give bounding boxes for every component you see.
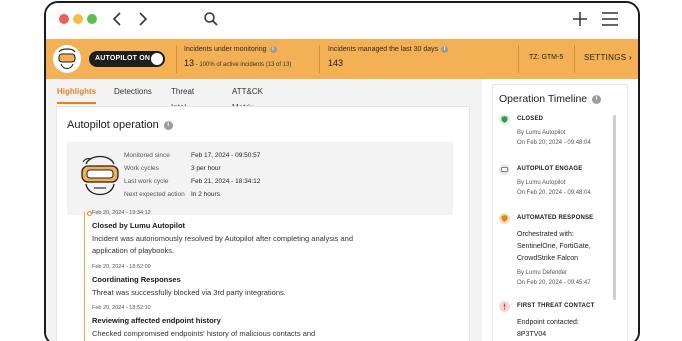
autopilot-operation-card: Autopilot operation i Monitored since Feb… [56,106,470,341]
operation-timeline-title: Operation Timeline [499,93,588,105]
detail-key: Monitored since [124,152,170,159]
detail-value: Feb 21, 2024 - 18:34:12 [191,178,261,185]
event-title: AUTOPILOT ENGAGE [517,166,583,172]
event-by: By Lumu Autopilot [517,130,566,136]
autopilot-details-box: Monitored since Feb 17, 2024 - 09:50:57 W… [67,142,453,215]
event-detail: SentinelOne, FortiGate, [517,243,591,250]
chevron-right-icon[interactable] [134,11,150,27]
title-bar [46,3,638,38]
incidents-monitoring-stat: Incidents under monitoring i 13 - 100% of… [184,46,291,68]
divider [518,45,519,73]
activity-title: Coordinating Responses [92,275,181,284]
event-detail: CrowdStrike Falcon [517,255,579,262]
stat-value: 143 [328,58,344,68]
shield-alert-icon [499,213,510,224]
event-detail: Orchestrated with: [517,231,574,238]
tab-detections[interactable]: Detections [114,84,152,104]
event-title: AUTOMATED RESPONSE [517,215,594,221]
chevron-left-icon[interactable] [110,11,126,27]
card-title-text: Autopilot operation [67,119,159,131]
info-icon[interactable]: i [592,94,602,104]
settings-button[interactable]: SETTINGS › [584,53,632,62]
stat-detail: - 100% of active incidents (13 of 13) [194,62,292,68]
detail-value: In 2 hours [191,191,220,198]
event-title: CLOSED [517,116,544,122]
tab-highlights[interactable]: Highlights [57,84,97,104]
stat-label: Incidents under monitoring [184,46,267,53]
plus-icon[interactable] [572,11,588,27]
zoom-window-button[interactable] [87,14,97,24]
toggle-knob [151,53,163,65]
stat-label: Incidents managed the last 30 days [328,46,439,53]
autopilot-banner: AUTOPILOT ON Incidents under monitoring i… [46,39,638,79]
stat-value: 13 [184,58,195,68]
alert-icon [499,301,510,312]
app-window: AUTOPILOT ON Incidents under monitoring i… [44,1,640,341]
event-on: On Feb 20, 2024 - 09:45:47 [517,280,591,286]
operation-timeline-panel: Operation Timeline i CLOSED By Lumu Auto… [482,79,638,341]
autopilot-details-list: Monitored since Feb 17, 2024 - 09:50:57 W… [124,149,260,201]
tab-attck-matrix[interactable]: ATT&CK Matrix [232,84,263,112]
robot-icon [499,164,510,175]
detail-value: 3 per hour [191,165,221,172]
autopilot-toggle[interactable]: AUTOPILOT ON [89,51,165,67]
shield-check-icon [499,114,510,125]
divider [319,45,320,73]
timezone-label: TZ: GTM-5 [529,54,564,61]
settings-label: SETTINGS [584,53,627,62]
close-window-button[interactable] [59,14,69,24]
timeline-line [84,212,85,341]
activity-title: Reviewing affected endpoint history [92,316,221,325]
detail-row: Next expected action In 2 hours [124,188,260,201]
minimize-window-button[interactable] [73,14,83,24]
activity-time: Feb 20, 2024 - 18:52:10 [92,305,151,311]
detail-row: Last work cycle Feb 21, 2024 - 18:34:12 [124,175,260,188]
operation-timeline-header: Operation Timeline i [499,93,602,105]
hamburger-menu-icon[interactable] [601,11,619,27]
event-by: By Lumu Autopilot [517,180,566,186]
autopilot-robot-icon [53,45,81,73]
divider [176,45,177,73]
activity-description: Incident was autonomously resolved by Au… [92,234,353,255]
search-icon[interactable] [203,11,219,27]
scrollbar[interactable] [613,115,616,300]
detail-key: Last work cycle [124,178,169,185]
autopilot-toggle-label: AUTOPILOT ON [95,55,151,62]
activity-item: Feb 20, 2024 - 18:52:09 Coordinating Res… [92,264,362,299]
detail-key: Next expected action [124,191,185,198]
event-by: By Lumu Defender [517,270,568,276]
card-title: Autopilot operation i [67,119,173,131]
detail-row: Work cycles 3 per hour [124,162,260,175]
info-icon[interactable]: i [269,46,277,53]
detail-key: Work cycles [124,165,159,172]
event-on: On Feb 20, 2024 - 09:48:04 [517,190,591,196]
event-title: FIRST THREAT CONTACT [517,303,595,309]
info-icon[interactable]: i [163,120,173,130]
detail-value: Feb 17, 2024 - 09:50:57 [191,152,261,159]
event-detail: 8P3TV04 [517,331,547,338]
activity-title: Closed by Lumu Autopilot [92,221,186,230]
main-pane: Highlights Detections Threat Intel ATT&C… [46,79,482,341]
detail-row: Monitored since Feb 17, 2024 - 09:50:57 [124,149,260,162]
event-detail: Endpoint contacted: [517,319,579,326]
timeline-dot [87,211,92,216]
tab-threat-intel[interactable]: Threat Intel [171,84,194,112]
activity-item: Feb 20, 2024 - 19:34:12 Closed by Lumu A… [87,210,362,257]
divider [574,45,575,73]
activity-item: Feb 20, 2024 - 18:52:10 Reviewing affect… [92,305,362,340]
incidents-managed-stat: Incidents managed the last 30 days i 143 [328,46,449,68]
info-icon[interactable]: i [441,46,449,53]
activity-description: Checked compromised endpoints' history o… [92,329,316,338]
activity-description: Threat was successfully blocked via 3rd … [92,288,286,297]
activity-time: Feb 20, 2024 - 18:52:09 [92,264,151,270]
chevron-right-icon: › [628,53,632,62]
autopilot-robot-icon [81,155,119,196]
event-on: On Feb 20, 2024 - 09:48:04 [517,140,591,146]
activity-time: Feb 20, 2024 - 19:34:12 [92,210,151,216]
